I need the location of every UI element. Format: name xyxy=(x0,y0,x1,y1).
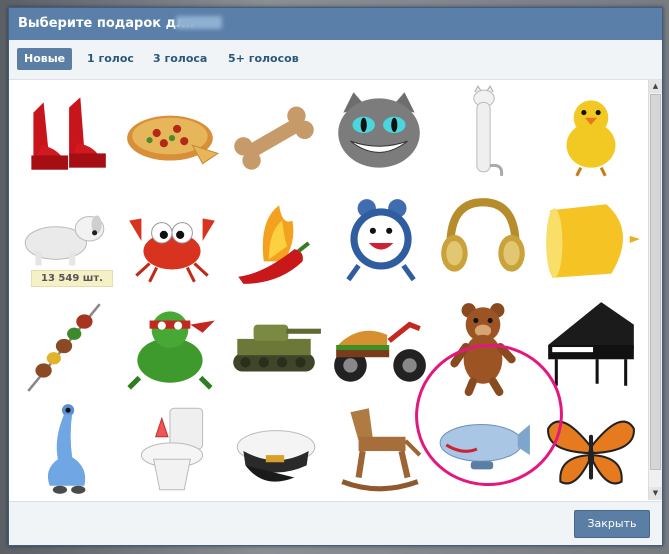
burger-motorcycle-icon xyxy=(334,321,426,382)
red-platform-shoes-icon xyxy=(31,97,106,170)
gift-blue-creature[interactable] xyxy=(13,398,115,500)
gift-lemon[interactable] xyxy=(540,190,642,292)
yellow-chick-icon xyxy=(566,100,616,177)
gift-frog[interactable] xyxy=(121,294,223,396)
gift-count-badge: 13 549 шт. xyxy=(31,270,113,287)
lemon-icon xyxy=(546,204,640,278)
blue-creature-icon xyxy=(47,404,86,494)
alarm-clock-icon xyxy=(346,199,416,282)
recipient-name-blurred xyxy=(176,16,222,29)
kebab-skewer-icon xyxy=(27,303,101,392)
toilet-icon xyxy=(140,407,204,491)
cheshire-cat-icon xyxy=(338,92,420,168)
tab-3-votes[interactable]: 3 голоса xyxy=(146,48,214,70)
chili-pepper-icon xyxy=(238,205,310,284)
tab-5plus-votes[interactable]: 5+ голосов xyxy=(221,48,306,70)
pizza-icon xyxy=(127,115,220,165)
gift-crab[interactable] xyxy=(121,190,223,292)
scroll-thumb[interactable] xyxy=(650,94,661,470)
bone-icon xyxy=(234,106,314,170)
gift-pizza[interactable] xyxy=(121,82,223,184)
headphones-icon xyxy=(441,198,525,272)
gift-dialog: Выберите подарок для Новые 1 голос 3 гол… xyxy=(8,7,663,546)
tab-bar: Новые 1 голос 3 голоса 5+ голосов xyxy=(9,40,662,80)
gift-chick[interactable] xyxy=(540,82,642,184)
gift-cheshire-cat[interactable] xyxy=(328,82,430,184)
frog-icon xyxy=(127,311,215,390)
gift-alarm-clock[interactable] xyxy=(328,190,430,292)
gift-bone[interactable] xyxy=(223,82,325,184)
gift-grid: 13 549 шт. xyxy=(10,80,646,500)
gift-toilet[interactable] xyxy=(121,398,223,500)
dialog-footer: Закрыть xyxy=(9,501,662,545)
scroll-up-icon[interactable]: ▲ xyxy=(649,80,662,93)
gift-grand-piano[interactable] xyxy=(540,294,642,396)
gift-headphones[interactable] xyxy=(432,190,534,292)
captain-cap-icon xyxy=(236,430,316,482)
gift-long-cat[interactable] xyxy=(432,82,534,184)
gift-red-shoes[interactable] xyxy=(13,82,115,184)
dialog-title: Выберите подарок для xyxy=(18,16,194,31)
tab-new[interactable]: Новые xyxy=(17,48,73,70)
gift-kebab[interactable] xyxy=(13,294,115,396)
scroll-down-icon[interactable]: ▼ xyxy=(649,487,662,500)
gift-puppy[interactable]: 13 549 шт. xyxy=(13,190,115,292)
dialog-titlebar: Выберите подарок для xyxy=(9,8,662,40)
gift-captain-cap[interactable] xyxy=(223,398,325,500)
close-button[interactable]: Закрыть xyxy=(574,510,650,538)
gift-chili-pepper[interactable] xyxy=(223,190,325,292)
gift-tank[interactable] xyxy=(223,294,325,396)
tank-icon xyxy=(233,324,321,372)
crab-icon xyxy=(129,218,215,283)
grand-piano-icon xyxy=(548,302,634,386)
tab-1-vote[interactable]: 1 голос xyxy=(80,48,141,70)
long-cat-icon xyxy=(473,85,504,177)
scrollbar[interactable]: ▲ ▼ xyxy=(648,80,662,500)
gift-burger-motorcycle[interactable] xyxy=(328,294,430,396)
